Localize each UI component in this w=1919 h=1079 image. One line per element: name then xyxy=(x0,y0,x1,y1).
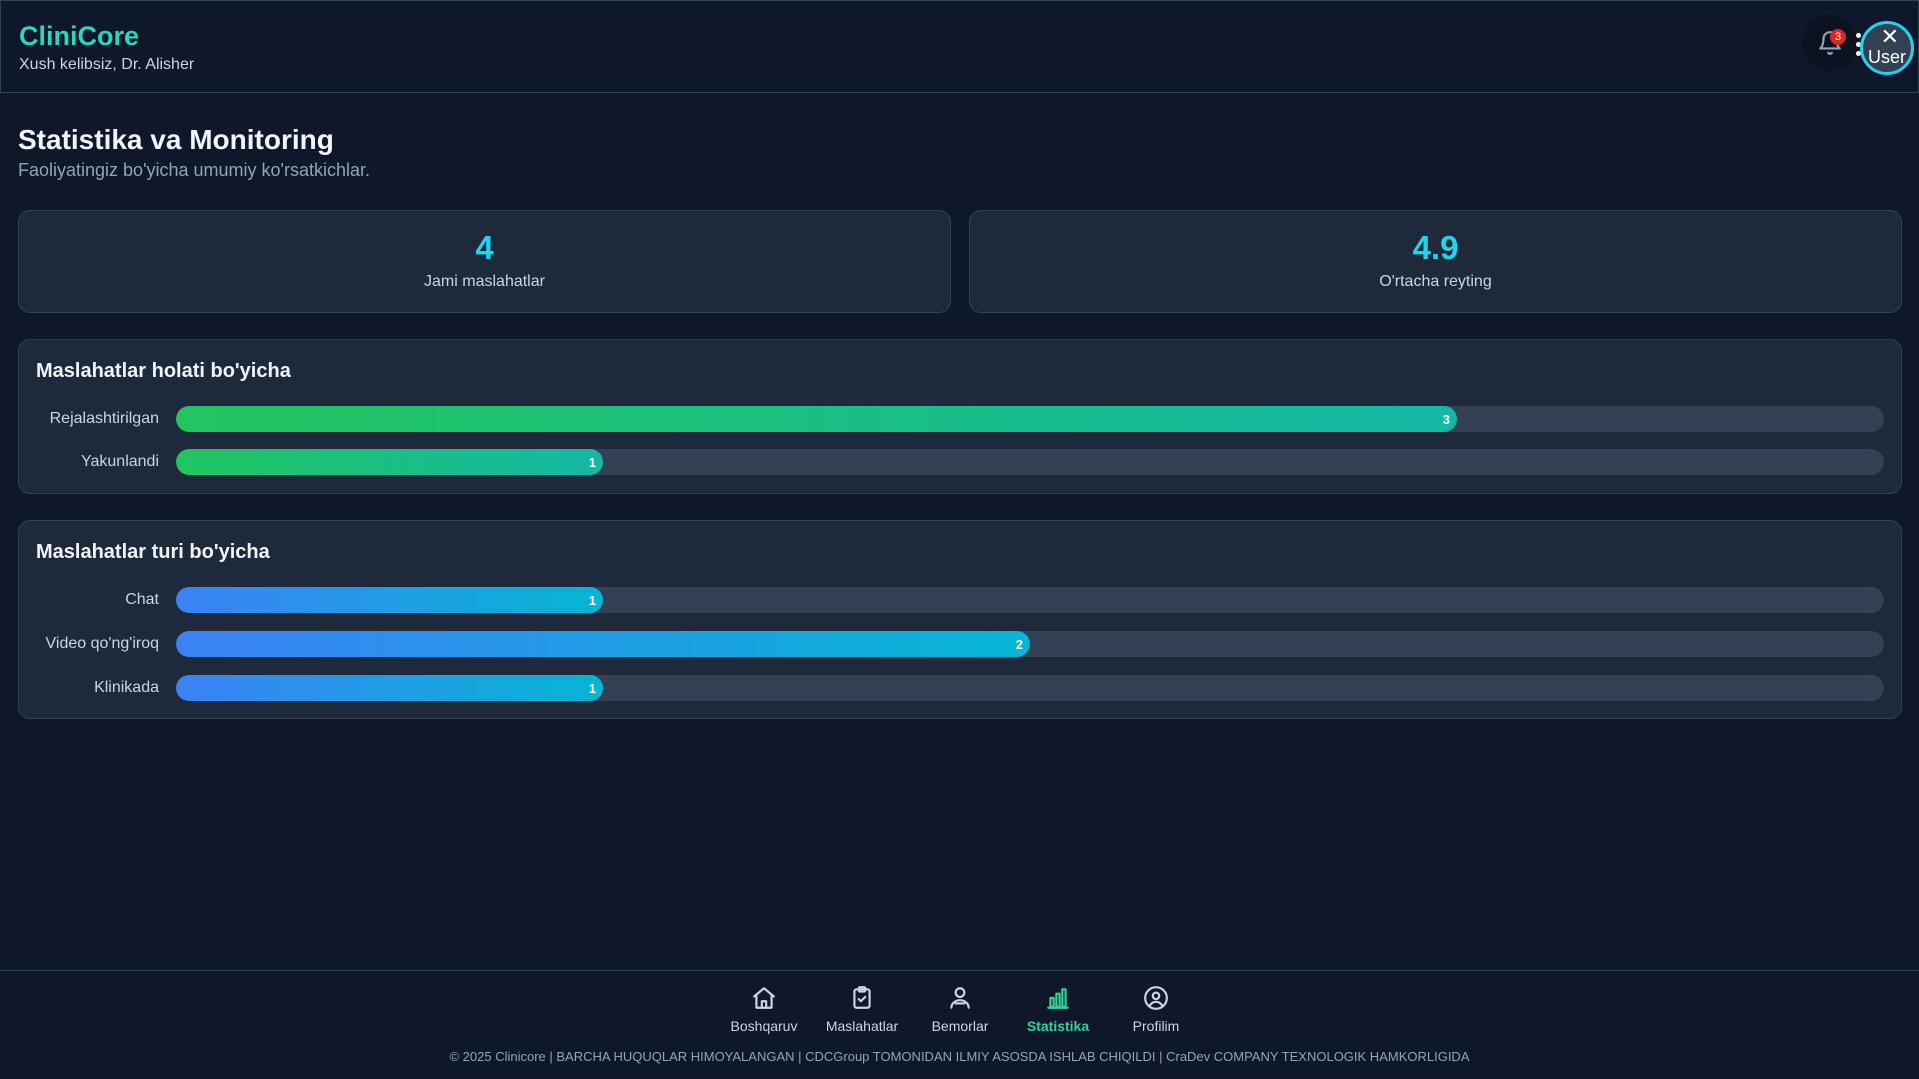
bar-value-label: 1 xyxy=(588,454,596,470)
chart-panel-status: Maslahatlar holati bo'yicha Rejalashtiri… xyxy=(18,339,1902,494)
bar-fill: 3 xyxy=(176,406,1457,432)
bar-track: 2 xyxy=(176,631,1884,657)
bar-row: Yakunlandi 1 xyxy=(19,449,1901,475)
bar-value-label: 1 xyxy=(588,680,596,696)
bar-value-label: 3 xyxy=(1442,411,1450,427)
nav-item-profilim[interactable]: Profilim xyxy=(1107,983,1205,1043)
notification-badge: 3 xyxy=(1830,29,1846,45)
nav-item-maslahatlar[interactable]: Maslahatlar xyxy=(813,983,911,1043)
user-avatar[interactable]: ✕ User xyxy=(1860,21,1914,75)
bar-fill: 2 xyxy=(176,631,1030,657)
bar-row: Chat 1 xyxy=(19,587,1901,613)
stat-label: Jami maslahatlar xyxy=(424,273,545,290)
bar-value-label: 1 xyxy=(588,592,596,608)
bar-row: Rejalashtirilgan 3 xyxy=(19,406,1901,432)
stat-card-average-rating: 4.9 O'rtacha reyting xyxy=(969,210,1902,313)
stat-value: 4 xyxy=(475,229,494,266)
bar-label: Rejalashtirilgan xyxy=(49,410,159,427)
page-subtitle: Faoliyatingiz bo'yicha umumiy ko'rsatkic… xyxy=(18,160,371,180)
notifications-button[interactable]: 3 xyxy=(1802,15,1861,71)
bar-fill: 1 xyxy=(176,449,603,475)
bar-fill: 1 xyxy=(176,675,603,701)
stat-label: O'rtacha reyting xyxy=(1379,273,1492,290)
bar-track: 1 xyxy=(176,675,1884,701)
chart-title: Maslahatlar turi bo'yicha xyxy=(36,541,270,563)
brand-logo[interactable]: CliniCore xyxy=(19,21,139,52)
patients-icon xyxy=(950,987,970,1009)
avatar-alt-text: User xyxy=(1867,47,1906,67)
bar-label: Yakunlandi xyxy=(81,453,159,470)
nav-label: Statistika xyxy=(1026,1018,1090,1034)
nav-label: Maslahatlar xyxy=(825,1018,899,1034)
bottom-navigation: Boshqaruv Maslahatlar Bemorlar Statistik… xyxy=(0,970,1919,1079)
top-header: CliniCore Xush kelibsiz, Dr. Alisher 3 ✕… xyxy=(0,0,1919,93)
bar-track: 1 xyxy=(176,587,1884,613)
stat-value: 4.9 xyxy=(1412,229,1459,266)
welcome-text: Xush kelibsiz, Dr. Alisher xyxy=(19,56,195,73)
clipboard-icon xyxy=(853,986,871,1009)
bar-track: 1 xyxy=(176,449,1884,475)
nav-item-bemorlar[interactable]: Bemorlar xyxy=(911,983,1009,1043)
bar-row: Klinikada 1 xyxy=(19,675,1901,701)
bar-label: Video qo'ng'iroq xyxy=(45,635,159,652)
nav-items: Boshqaruv Maslahatlar Bemorlar Statistik… xyxy=(715,983,1215,1043)
header-actions: 3 ✕ User xyxy=(1766,11,1916,81)
page-title: Statistika va Monitoring xyxy=(18,124,334,155)
nav-label: Profilim xyxy=(1132,1018,1180,1034)
bar-track: 3 xyxy=(176,406,1884,432)
footer-copyright: © 2025 Clinicore | BARCHA HUQUQLAR HIMOY… xyxy=(449,1049,1470,1064)
home-icon xyxy=(753,987,775,1009)
app-root: CliniCore Xush kelibsiz, Dr. Alisher 3 ✕… xyxy=(0,0,1919,1079)
nav-label: Boshqaruv xyxy=(730,1018,798,1034)
nav-item-statistika[interactable]: Statistika xyxy=(1009,983,1107,1043)
bar-fill: 1 xyxy=(176,587,603,613)
nav-item-boshqaruv[interactable]: Boshqaruv xyxy=(715,983,813,1043)
user-circle-icon xyxy=(1144,986,1168,1010)
close-icon[interactable]: ✕ xyxy=(1881,26,1899,48)
chart-panel-type: Maslahatlar turi bo'yicha Chat 1 Video q… xyxy=(18,520,1902,719)
bar-chart-icon xyxy=(1047,988,1069,1009)
chart-title: Maslahatlar holati bo'yicha xyxy=(36,360,291,382)
bar-label: Chat xyxy=(125,591,159,608)
bar-value-label: 2 xyxy=(1015,636,1023,652)
bar-label: Klinikada xyxy=(94,679,159,696)
stat-card-total-consultations: 4 Jami maslahatlar xyxy=(18,210,951,313)
bar-row: Video qo'ng'iroq 2 xyxy=(19,631,1901,657)
nav-label: Bemorlar xyxy=(931,1018,989,1034)
